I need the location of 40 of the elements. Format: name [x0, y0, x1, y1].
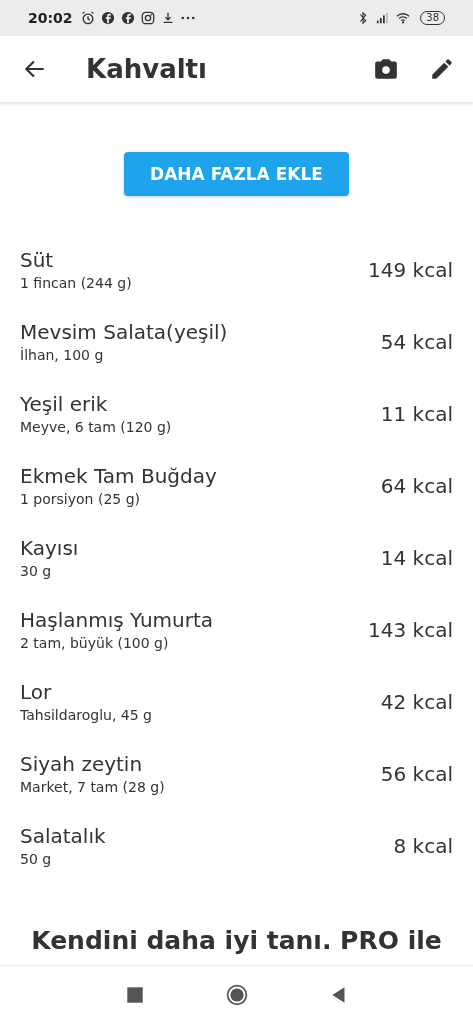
calorie-value: 149 kcal: [368, 258, 453, 282]
calorie-value: 64 kcal: [380, 474, 453, 498]
calorie-value: 54 kcal: [380, 330, 453, 354]
food-portion: İlhan, 100 g: [20, 346, 105, 365]
food-portion: Market, 7 tam (28 g): [20, 778, 165, 797]
food-name[interactable]: Süt: [20, 247, 132, 273]
calorie-value: 14 kcal: [380, 546, 453, 570]
food-name[interactable]: Siyah zeytin: [20, 751, 165, 777]
calorie-value: 56 kcal: [380, 762, 453, 786]
camera-icon[interactable]: [373, 56, 399, 82]
facebook-icon: [120, 11, 135, 25]
calorie-value: 11 kcal: [380, 402, 453, 426]
wifi-icon: [396, 11, 411, 25]
food-portion: Meyve, 6 tam (120 g): [20, 418, 172, 437]
food-portion: 1 porsiyon (25 g): [20, 490, 141, 509]
instagram-icon: [140, 11, 155, 25]
screen-title: Kahvaltı: [86, 54, 208, 84]
food-portion: 1 fincan (244 g): [20, 274, 132, 293]
food-name[interactable]: Lor: [20, 679, 152, 705]
calorie-value: 143 kcal: [368, 618, 453, 642]
food-name[interactable]: Kayısı: [20, 535, 79, 561]
food-portion: 30 g: [20, 562, 53, 581]
food-name[interactable]: Yeşil erik: [20, 391, 172, 417]
home-circle-icon[interactable]: [225, 984, 248, 1006]
more-icon: [180, 16, 195, 20]
calorie-value: 8 kcal: [393, 834, 453, 858]
alarm-clock-icon: [80, 11, 95, 25]
signal-icon: [376, 11, 391, 25]
food-portion: Tahsildaroglu, 45 g: [20, 706, 152, 725]
promo-heading: Kendini daha iyi tanı. PRO ile: [30, 926, 443, 955]
facebook-icon: [100, 11, 115, 25]
calorie-value: 42 kcal: [380, 690, 453, 714]
food-name[interactable]: Mevsim Salata(yeşil): [20, 319, 228, 345]
food-name[interactable]: Salatalık: [20, 823, 106, 849]
food-name[interactable]: Ekmek Tam Buğday: [20, 463, 217, 489]
clock: 20:02: [28, 10, 73, 26]
food-portion: 50 g: [20, 850, 53, 869]
food-name[interactable]: Haşlanmış Yumurta: [20, 607, 214, 633]
pencil-icon[interactable]: [429, 56, 455, 82]
food-portion: 2 tam, büyük (100 g): [20, 634, 170, 653]
